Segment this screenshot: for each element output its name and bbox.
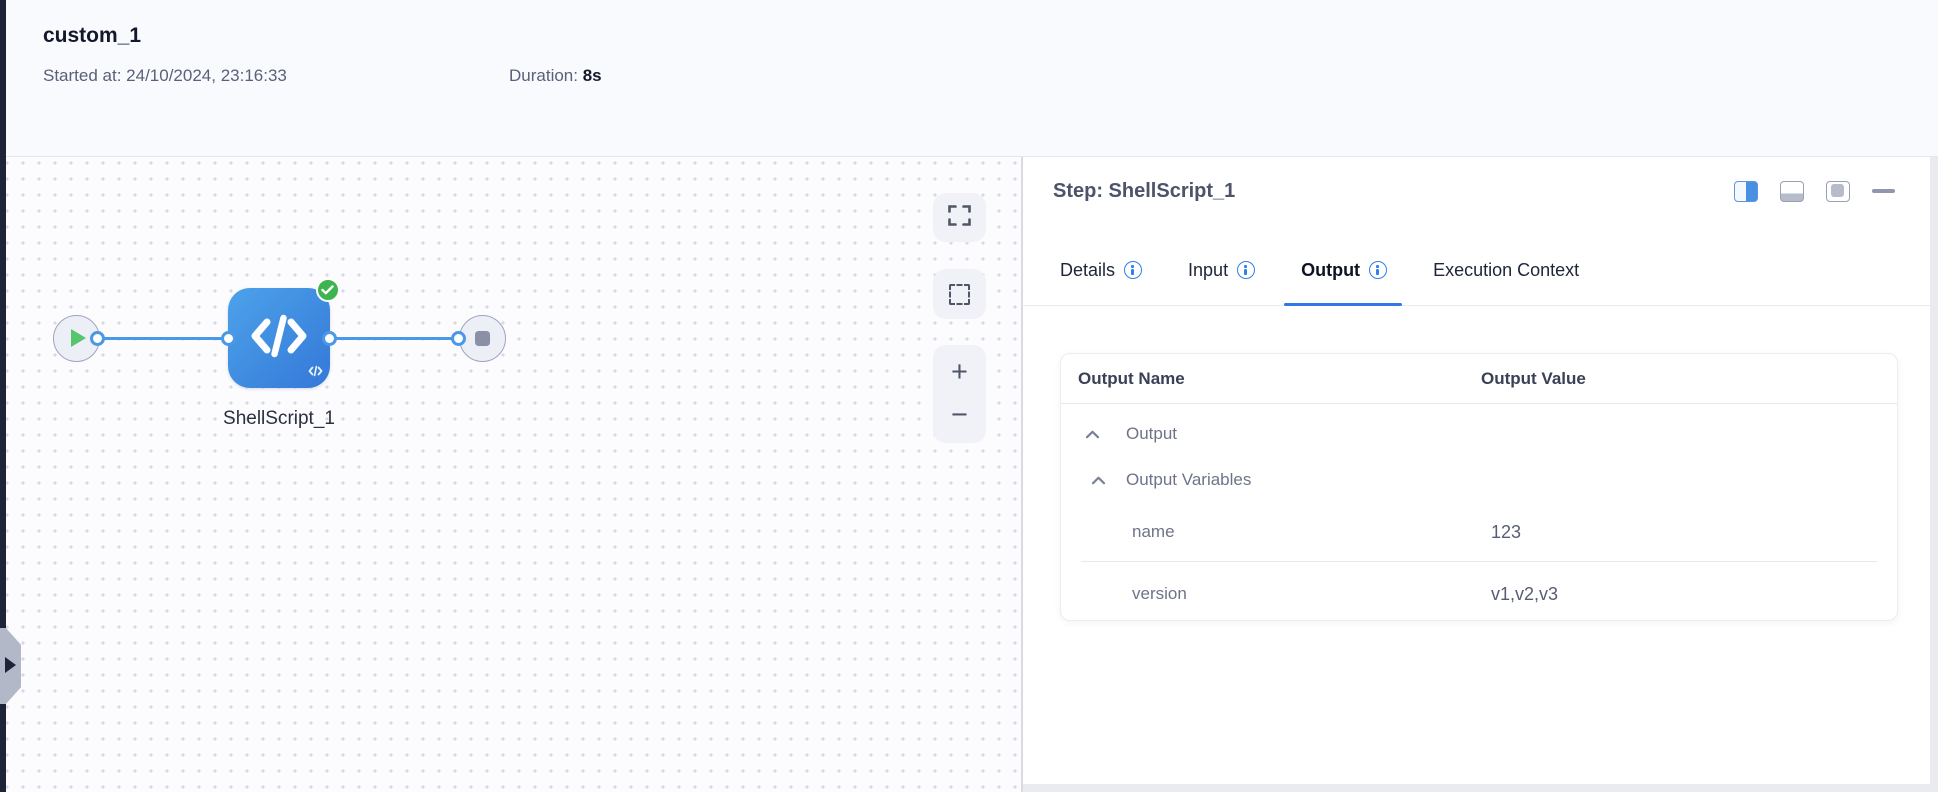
output-table: Output Name Output Value Output Output V… [1060, 353, 1898, 621]
output-var-value: v1,v2,v3 [1491, 583, 1559, 604]
group-row-output-variables[interactable]: Output Variables [1061, 457, 1897, 503]
tab-execution-context-label: Execution Context [1433, 259, 1580, 280]
expand-icon [948, 204, 971, 231]
start-node-port[interactable] [89, 330, 105, 346]
tab-input-label: Input [1188, 259, 1229, 280]
col-output-name: Output Name [1078, 368, 1185, 388]
zoom-in-button[interactable]: + [951, 358, 968, 387]
marquee-select-button[interactable] [933, 269, 986, 319]
started-value: 24/10/2024, 23:16:33 [126, 66, 287, 85]
code-icon [250, 313, 308, 364]
duration-label: Duration: [509, 66, 578, 85]
end-node[interactable] [458, 314, 506, 362]
run-header: custom_1 Started at: 24/10/2024, 23:16:3… [6, 0, 1938, 157]
output-table-header: Output Name Output Value [1061, 354, 1897, 404]
step-node-input-port[interactable] [220, 330, 236, 346]
col-output-value: Output Value [1481, 368, 1586, 388]
info-icon[interactable] [1369, 261, 1388, 279]
group-row-output[interactable]: Output [1061, 411, 1897, 457]
end-node-port[interactable] [450, 330, 466, 346]
run-duration: Duration: 8s [509, 66, 602, 86]
table-row-version: version v1,v2,v3 [1061, 562, 1897, 620]
info-icon[interactable] [1237, 261, 1256, 279]
step-node-label: ShellScript_1 [223, 408, 335, 429]
group-label: Output Variables [1126, 470, 1252, 489]
output-var-value: 123 [1491, 521, 1522, 542]
duration-value: 8s [582, 66, 602, 85]
chevron-right-icon [5, 657, 16, 673]
output-var-name: name [1132, 522, 1175, 541]
success-check-icon [315, 277, 340, 302]
code-badge-icon [308, 364, 323, 382]
step-header: Step: ShellScript_1 [1023, 157, 1938, 225]
edge-node-to-end [329, 336, 458, 340]
stop-icon [474, 330, 490, 346]
tab-execution-context[interactable]: Execution Context [1433, 235, 1579, 305]
tab-input[interactable]: Input [1188, 235, 1256, 305]
step-node-output-port[interactable] [321, 330, 337, 346]
table-row-name: name 123 [1061, 503, 1897, 561]
step-node-shellscript[interactable] [228, 288, 330, 388]
step-details-panel: Step: ShellScript_1 Details Input Output [1023, 157, 1938, 792]
output-var-name: version [1132, 584, 1187, 603]
tab-details-label: Details [1060, 259, 1116, 280]
zoom-out-button[interactable]: − [951, 401, 968, 430]
horizontal-scrollbar[interactable] [1023, 784, 1930, 792]
workflow-canvas[interactable]: ShellScript_1 + − [6, 157, 1021, 792]
layout-split-horizontal-icon[interactable] [1780, 180, 1804, 202]
tab-details[interactable]: Details [1060, 235, 1143, 305]
panel-layout-controls [1734, 180, 1895, 202]
marquee-select-icon [949, 283, 970, 305]
group-label: Output [1126, 424, 1178, 443]
chevron-up-icon[interactable] [1091, 476, 1106, 485]
chevron-up-icon[interactable] [1085, 430, 1100, 439]
play-icon [71, 329, 86, 347]
zoom-controls: + − [933, 345, 986, 443]
step-tabs: Details Input Output Execution Context [1023, 225, 1938, 306]
run-started-at: Started at: 24/10/2024, 23:16:33 [43, 66, 287, 86]
edge-start-to-node [97, 336, 228, 340]
started-label: Started at: [43, 66, 122, 85]
minimize-icon[interactable] [1872, 188, 1895, 194]
layout-split-vertical-icon[interactable] [1734, 180, 1758, 202]
tab-output-label: Output [1301, 259, 1361, 280]
info-icon[interactable] [1124, 261, 1143, 279]
run-title: custom_1 [43, 24, 142, 47]
tab-output[interactable]: Output [1284, 235, 1403, 306]
fit-view-button[interactable] [933, 193, 986, 242]
workflow-run-page: custom_1 Started at: 24/10/2024, 23:16:3… [0, 0, 1938, 792]
step-title: Step: ShellScript_1 [1053, 179, 1236, 202]
vertical-scrollbar[interactable] [1930, 157, 1938, 792]
layout-panel-icon[interactable] [1826, 180, 1850, 202]
